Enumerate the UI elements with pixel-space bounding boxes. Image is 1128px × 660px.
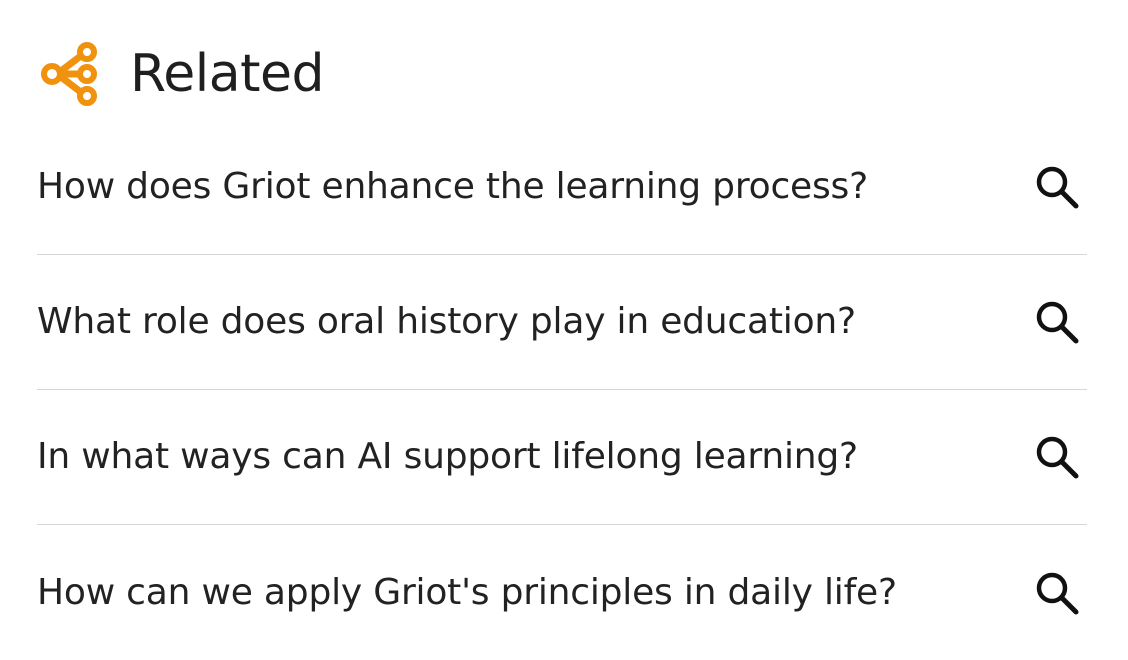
related-item-label: How does Griot enhance the learning proc… <box>37 166 869 207</box>
related-item[interactable]: What role does oral history play in educ… <box>37 255 1087 390</box>
related-item[interactable]: How can we apply Griot's principles in d… <box>37 525 1087 660</box>
section-title: Related <box>130 44 325 104</box>
search-icon[interactable] <box>1033 298 1081 346</box>
related-list: How does Griot enhance the learning proc… <box>37 120 1087 660</box>
search-icon[interactable] <box>1033 163 1081 211</box>
related-item-label: What role does oral history play in educ… <box>37 301 856 342</box>
search-icon[interactable] <box>1033 569 1081 617</box>
share-nodes-icon <box>41 42 97 106</box>
related-item[interactable]: How does Griot enhance the learning proc… <box>37 120 1087 255</box>
related-header: Related <box>40 40 325 108</box>
related-item-label: How can we apply Griot's principles in d… <box>37 571 897 613</box>
search-icon[interactable] <box>1033 433 1081 481</box>
related-item[interactable]: In what ways can AI support lifelong lea… <box>37 390 1087 525</box>
related-item-label: In what ways can AI support lifelong lea… <box>37 436 858 477</box>
